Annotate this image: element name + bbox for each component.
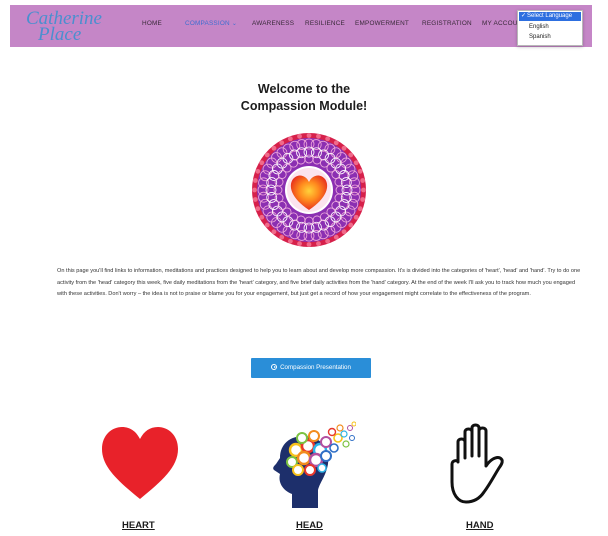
- nav-awareness[interactable]: AWARENESS: [252, 20, 294, 27]
- hand-link[interactable]: HAND: [466, 520, 493, 531]
- nav-empowerment[interactable]: EMPOWERMENT: [355, 20, 409, 27]
- hand-icon[interactable]: [444, 422, 518, 504]
- language-option-english[interactable]: English: [519, 23, 581, 32]
- chevron-down-icon: ⌄: [231, 21, 238, 27]
- language-select[interactable]: ✓Select Language English Spanish: [517, 10, 583, 46]
- head-link[interactable]: HEAD: [296, 520, 323, 531]
- logo-line-2: Place: [38, 24, 82, 45]
- page-title: Welcome to the Compassion Module!: [0, 81, 608, 115]
- nav-compassion-label: COMPASSION: [185, 20, 230, 27]
- page-title-line-2: Compassion Module!: [240, 99, 368, 113]
- site-logo[interactable]: Catherine Place: [26, 9, 118, 45]
- compassion-presentation-label: Compassion Presentation: [280, 364, 351, 371]
- language-option-select-label: Select Language: [527, 13, 573, 19]
- language-option-spanish[interactable]: Spanish: [519, 33, 581, 42]
- heart-icon[interactable]: [100, 425, 180, 501]
- intro-paragraph: On this page you'll find links to inform…: [57, 268, 581, 297]
- heart-link[interactable]: HEART: [122, 520, 155, 531]
- nav-registration[interactable]: REGISTRATION: [422, 20, 472, 27]
- nav-home[interactable]: HOME: [142, 20, 162, 27]
- compassion-presentation-button[interactable]: Compassion Presentation: [251, 358, 371, 378]
- compassion-mandala-image: [252, 133, 366, 247]
- nav-compassion[interactable]: COMPASSION ⌄: [185, 20, 237, 27]
- page-title-line-1: Welcome to the: [257, 82, 351, 96]
- nav-resilience[interactable]: RESILIENCE: [305, 20, 345, 27]
- language-option-select[interactable]: ✓Select Language: [519, 12, 581, 21]
- site-header: Catherine Place HOME COMPASSION ⌄ AWARENE…: [10, 5, 592, 47]
- checkmark-icon: ✓: [521, 13, 527, 19]
- play-circle-icon: [271, 364, 278, 370]
- head-icon[interactable]: [268, 420, 356, 510]
